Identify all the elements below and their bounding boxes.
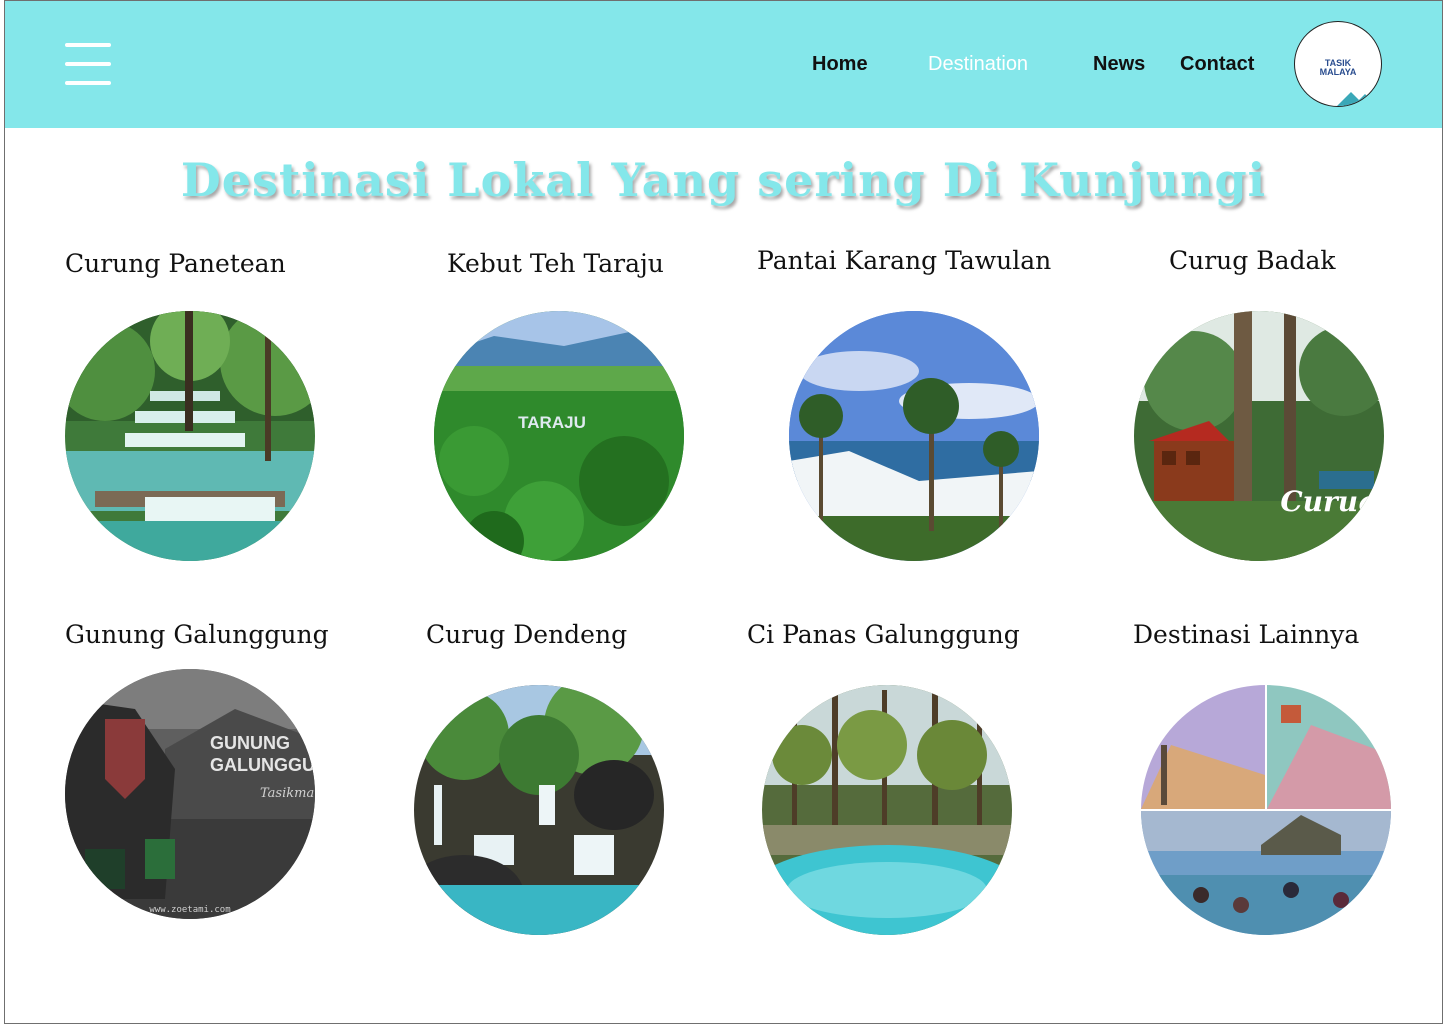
logo-text-line2: MALAYA [1319,67,1357,77]
tasikma-sign-text: Tasikma [260,786,314,801]
destination-photo-kebut-teh-taraju[interactable]: TARAJU [434,311,684,561]
destination-label: Kebut Teh Taraju [447,249,664,278]
menu-icon-line [65,43,111,47]
nav-contact[interactable]: Contact [1180,53,1254,76]
header-bar: Home Destination News Contact TASIK MALA… [5,1,1442,128]
destination-photo-destinasi-lainnya[interactable] [1141,685,1391,935]
menu-icon[interactable] [65,43,111,85]
page-frame: Home Destination News Contact TASIK MALA… [4,0,1443,1024]
destination-label: Ci Panas Galunggung [747,620,1020,649]
watermark-text: www.zoetami.com [149,905,230,915]
menu-icon-line [65,62,111,66]
destination-photo-gunung-galunggung[interactable]: GUNUNG GALUNGGU Tasikma www.zoetami.com [65,669,315,919]
destination-label: Curung Panetean [65,249,286,278]
nav-news[interactable]: News [1093,53,1145,76]
taraju-sign: TARAJU [518,413,586,432]
tasikmalaya-logo[interactable]: TASIK MALAYA [1294,21,1382,107]
destination-label: Pantai Karang Tawulan [757,246,1052,275]
destination-photo-curug-badak[interactable]: Curug [1134,311,1384,561]
gunung-sign-text: GUNUNG [210,733,290,753]
galunggung-sign-text: GALUNGGU [210,755,315,775]
destination-photo-pantai-karang-tawulan[interactable] [789,311,1039,561]
menu-icon-line [65,81,111,85]
destination-photo-curug-dendeng[interactable] [414,685,664,935]
curug-sign: Curug [1280,485,1377,518]
destination-label: Curug Badak [1169,246,1336,275]
destination-photo-ci-panas-galunggung[interactable] [762,685,1012,935]
nav-home[interactable]: Home [812,53,868,76]
page-title: Destinasi Lokal Yang sering Di Kunjungi [180,153,1267,207]
nav-destination[interactable]: Destination [928,53,1028,76]
logo-mountain-icon [1337,92,1377,106]
destination-photo-curung-panetean[interactable] [65,311,315,561]
destination-label: Gunung Galunggung [65,620,329,649]
destination-label: Destinasi Lainnya [1133,620,1360,649]
destination-label: Curug Dendeng [426,620,628,649]
